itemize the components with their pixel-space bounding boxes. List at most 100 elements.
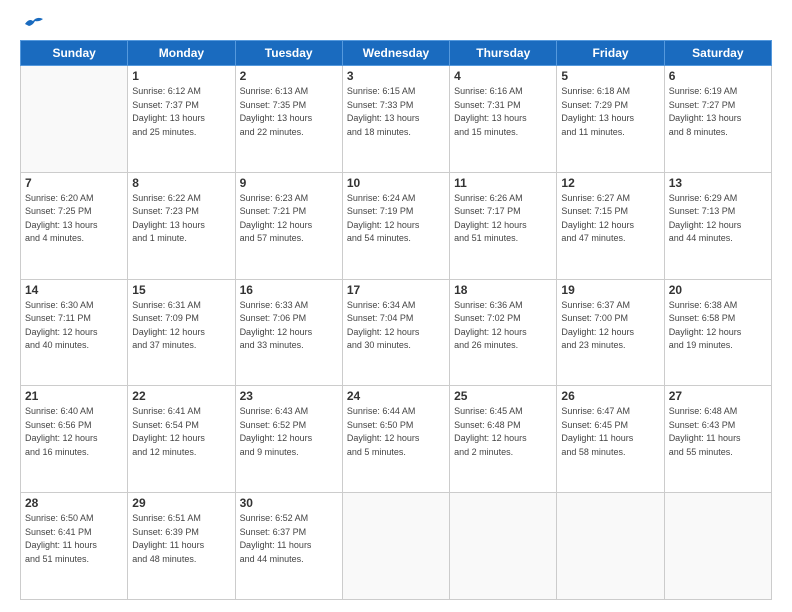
weekday-header: Thursday (450, 41, 557, 66)
day-info-line: Daylight: 12 hours (240, 326, 338, 340)
calendar-cell (557, 493, 664, 600)
day-info: Sunrise: 6:41 AMSunset: 6:54 PMDaylight:… (132, 405, 230, 459)
day-number: 11 (454, 176, 552, 190)
calendar-week-row: 1Sunrise: 6:12 AMSunset: 7:37 PMDaylight… (21, 66, 772, 173)
day-info-line: Daylight: 11 hours (132, 539, 230, 553)
day-info-line: Daylight: 13 hours (132, 219, 230, 233)
day-info-line: and 15 minutes. (454, 126, 552, 140)
weekday-header: Monday (128, 41, 235, 66)
day-info-line: Sunrise: 6:33 AM (240, 299, 338, 313)
calendar-cell: 8Sunrise: 6:22 AMSunset: 7:23 PMDaylight… (128, 172, 235, 279)
day-info-line: Sunset: 6:37 PM (240, 526, 338, 540)
logo-bird-icon (23, 16, 45, 32)
calendar-cell: 12Sunrise: 6:27 AMSunset: 7:15 PMDayligh… (557, 172, 664, 279)
day-info-line: Sunset: 7:33 PM (347, 99, 445, 113)
calendar-cell: 28 Sunrise: 6:50 AMSunset: 6:41 PMDayligh… (21, 493, 128, 600)
day-info-line: and 33 minutes. (240, 339, 338, 353)
day-info-line: Sunset: 6:45 PM (561, 419, 659, 433)
day-info-line: and 1 minute. (132, 232, 230, 246)
day-info: Sunrise: 6:23 AMSunset: 7:21 PMDaylight:… (240, 192, 338, 246)
calendar-cell: 29Sunrise: 6:51 AMSunset: 6:39 PMDayligh… (128, 493, 235, 600)
day-info-line: and 12 minutes. (132, 446, 230, 460)
day-info-line: Daylight: 12 hours (454, 326, 552, 340)
day-info-line: Daylight: 12 hours (669, 219, 767, 233)
calendar-cell: 21Sunrise: 6:40 AMSunset: 6:56 PMDayligh… (21, 386, 128, 493)
calendar-cell: 22Sunrise: 6:41 AMSunset: 6:54 PMDayligh… (128, 386, 235, 493)
day-info-line: Daylight: 12 hours (454, 219, 552, 233)
day-number: 23 (240, 389, 338, 403)
day-info-line: Sunset: 6:41 PM (25, 526, 123, 540)
day-info-line: and 30 minutes. (347, 339, 445, 353)
calendar-cell: 13 Sunrise: 6:29 AMSunset: 7:13 PMDayligh… (664, 172, 771, 279)
day-info-line: Sunrise: 6:19 AM (669, 85, 767, 99)
day-info-line: and 51 minutes. (25, 553, 123, 567)
day-number: 28 (25, 496, 123, 510)
day-info-line: Daylight: 13 hours (561, 112, 659, 126)
day-info: Sunrise: 6:48 AMSunset: 6:43 PMDaylight:… (669, 405, 767, 459)
day-info-line: and 26 minutes. (454, 339, 552, 353)
day-info-line: Sunset: 7:13 PM (669, 205, 767, 219)
day-number: 3 (347, 69, 445, 83)
day-info-line: and 9 minutes. (240, 446, 338, 460)
calendar-cell (450, 493, 557, 600)
day-number: 10 (347, 176, 445, 190)
day-number: 6 (669, 69, 767, 83)
day-info-line: Sunrise: 6:45 AM (454, 405, 552, 419)
calendar-table: SundayMondayTuesdayWednesdayThursdayFrid… (20, 40, 772, 600)
day-info-line: Sunset: 6:56 PM (25, 419, 123, 433)
day-info: Sunrise: 6:13 AMSunset: 7:35 PMDaylight:… (240, 85, 338, 139)
day-info: Sunrise: 6:16 AMSunset: 7:31 PMDaylight:… (454, 85, 552, 139)
day-info-line: Sunset: 6:52 PM (240, 419, 338, 433)
day-info-line: Sunset: 6:43 PM (669, 419, 767, 433)
day-info-line: Sunrise: 6:51 AM (132, 512, 230, 526)
day-info: Sunrise: 6:50 AMSunset: 6:41 PMDaylight:… (25, 512, 123, 566)
day-info: Sunrise: 6:24 AMSunset: 7:19 PMDaylight:… (347, 192, 445, 246)
calendar-page: SundayMondayTuesdayWednesdayThursdayFrid… (0, 0, 792, 612)
day-number: 30 (240, 496, 338, 510)
day-info-line: Daylight: 11 hours (240, 539, 338, 553)
calendar-cell: 30Sunrise: 6:52 AMSunset: 6:37 PMDayligh… (235, 493, 342, 600)
day-info-line: Sunset: 6:39 PM (132, 526, 230, 540)
calendar-cell: 2 Sunrise: 6:13 AMSunset: 7:35 PMDaylight… (235, 66, 342, 173)
day-info-line: Daylight: 12 hours (25, 326, 123, 340)
day-info-line: Sunset: 7:09 PM (132, 312, 230, 326)
day-info-line: Sunrise: 6:24 AM (347, 192, 445, 206)
day-info: Sunrise: 6:30 AMSunset: 7:11 PMDaylight:… (25, 299, 123, 353)
calendar-cell: 5Sunrise: 6:18 AMSunset: 7:29 PMDaylight… (557, 66, 664, 173)
day-info-line: Sunset: 6:54 PM (132, 419, 230, 433)
day-info-line: Daylight: 12 hours (25, 432, 123, 446)
logo (20, 16, 45, 30)
day-info-line: Sunset: 7:37 PM (132, 99, 230, 113)
day-number: 13 (669, 176, 767, 190)
day-info-line: Sunrise: 6:44 AM (347, 405, 445, 419)
day-info: Sunrise: 6:47 AMSunset: 6:45 PMDaylight:… (561, 405, 659, 459)
day-info-line: Sunset: 6:48 PM (454, 419, 552, 433)
day-info: Sunrise: 6:20 AMSunset: 7:25 PMDaylight:… (25, 192, 123, 246)
day-info: Sunrise: 6:18 AMSunset: 7:29 PMDaylight:… (561, 85, 659, 139)
day-info-line: Sunrise: 6:38 AM (669, 299, 767, 313)
day-info-line: Daylight: 12 hours (240, 219, 338, 233)
day-info-line: Sunset: 7:21 PM (240, 205, 338, 219)
day-info: Sunrise: 6:29 AMSunset: 7:13 PMDaylight:… (669, 192, 767, 246)
day-info-line: Sunset: 6:58 PM (669, 312, 767, 326)
day-number: 21 (25, 389, 123, 403)
calendar-cell: 4Sunrise: 6:16 AMSunset: 7:31 PMDaylight… (450, 66, 557, 173)
day-number: 8 (132, 176, 230, 190)
day-number: 26 (561, 389, 659, 403)
day-info-line: Sunset: 7:17 PM (454, 205, 552, 219)
weekday-header: Friday (557, 41, 664, 66)
day-info-line: Sunrise: 6:23 AM (240, 192, 338, 206)
calendar-cell (664, 493, 771, 600)
day-info-line: Daylight: 13 hours (25, 219, 123, 233)
calendar-week-row: 7Sunrise: 6:20 AMSunset: 7:25 PMDaylight… (21, 172, 772, 279)
day-number: 2 (240, 69, 338, 83)
day-info-line: Sunset: 7:31 PM (454, 99, 552, 113)
day-info-line: Sunset: 7:06 PM (240, 312, 338, 326)
day-info: Sunrise: 6:31 AMSunset: 7:09 PMDaylight:… (132, 299, 230, 353)
day-info-line: and 40 minutes. (25, 339, 123, 353)
day-info-line: Daylight: 11 hours (669, 432, 767, 446)
day-info-line: Daylight: 11 hours (25, 539, 123, 553)
day-info-line: Daylight: 12 hours (561, 219, 659, 233)
header (20, 16, 772, 30)
calendar-cell: 3Sunrise: 6:15 AMSunset: 7:33 PMDaylight… (342, 66, 449, 173)
